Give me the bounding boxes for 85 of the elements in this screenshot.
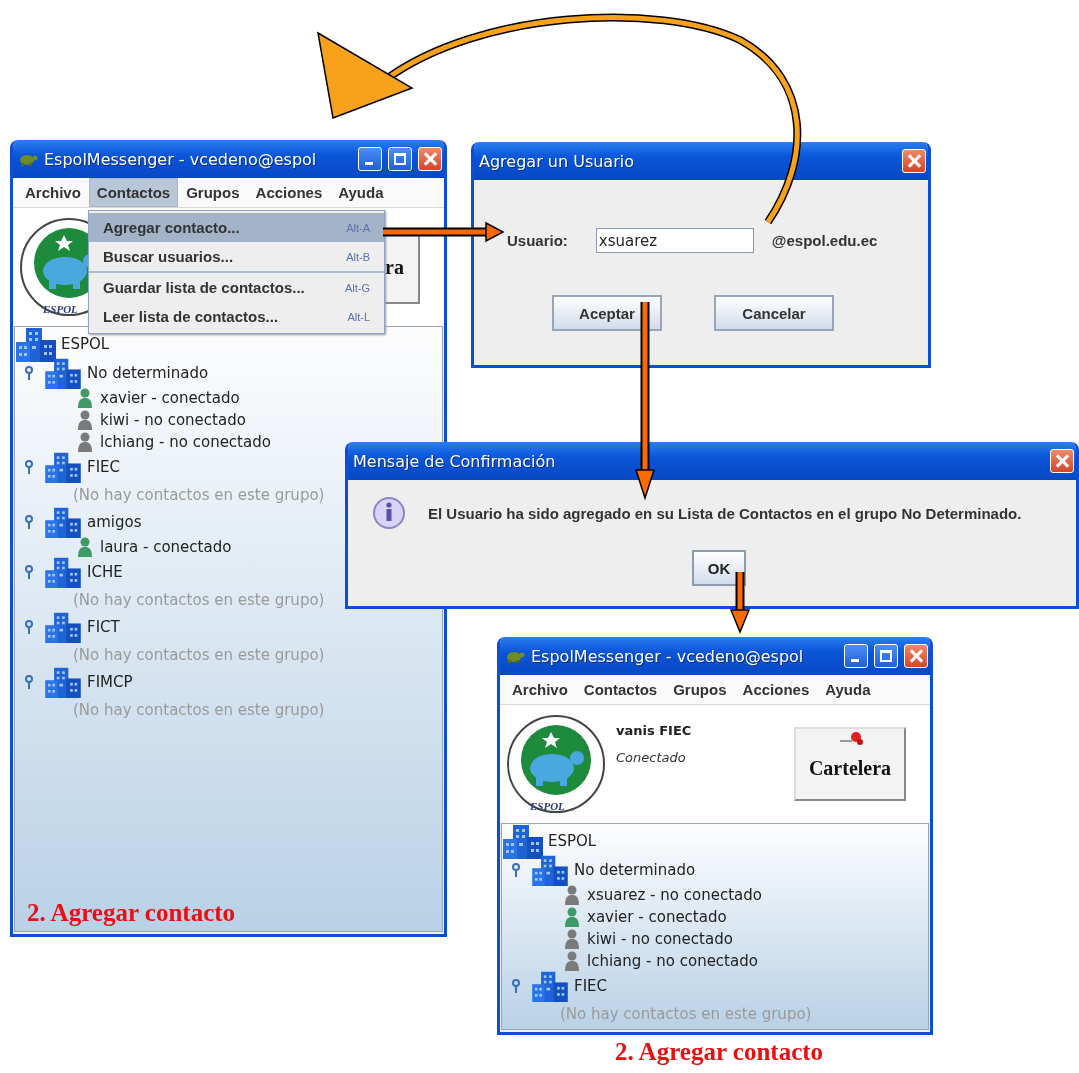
menu-option[interactable]: Agregar contacto... Alt-A <box>89 213 384 242</box>
building-icon <box>532 970 568 1002</box>
empty-group-note: (No hay contactos en este grupo) <box>73 590 325 609</box>
contact-item[interactable]: lchiang - no conectado <box>100 433 271 451</box>
ok-button[interactable]: OK <box>692 550 746 586</box>
close-button[interactable] <box>418 147 442 171</box>
username-field[interactable]: xsuarez <box>595 228 754 253</box>
contact-item[interactable]: xavier - conectado <box>587 908 727 926</box>
menu-option[interactable]: Guardar lista de contactos... Alt-G <box>89 271 384 302</box>
board-button[interactable]: Cartelera <box>794 727 906 801</box>
menu-item[interactable]: Contactos <box>88 178 179 207</box>
pin-icon[interactable] <box>25 515 33 529</box>
window-title: EspolMessenger - vcedeno@espol <box>531 646 805 666</box>
menu-item[interactable]: Archivo <box>504 675 576 704</box>
tree-item[interactable]: FIEC <box>574 977 607 995</box>
building-icon <box>45 357 81 389</box>
contact-item[interactable]: lchiang - no conectado <box>587 952 758 970</box>
menu-item[interactable]: Acciones <box>734 675 818 704</box>
building-icon <box>45 506 81 538</box>
minimize-button[interactable] <box>844 644 868 668</box>
building-icon <box>16 327 56 362</box>
contact-item[interactable]: xsuarez - no conectado <box>587 886 762 904</box>
user-status: Conectado <box>616 750 687 765</box>
logo-text: ESPOL <box>530 800 565 812</box>
tree-item[interactable]: No determinado <box>87 364 209 382</box>
menu-item[interactable]: Ayuda <box>817 675 879 704</box>
pin-icon[interactable] <box>25 565 33 579</box>
menu-item[interactable]: Archivo <box>17 178 89 207</box>
menu-item[interactable]: Grupos <box>665 675 735 704</box>
close-button[interactable] <box>1050 449 1074 473</box>
building-icon <box>45 666 81 698</box>
logo-icon <box>504 712 608 816</box>
tree-item[interactable]: amigos <box>87 513 142 531</box>
dialog-button[interactable]: Aceptar <box>552 295 662 331</box>
menu-option[interactable]: Leer lista de contactos... Alt-L <box>89 302 384 331</box>
building-icon <box>503 824 543 859</box>
menu-item[interactable]: Acciones <box>247 178 331 207</box>
menu-item[interactable]: Contactos <box>575 675 666 704</box>
tree-item[interactable]: FIEC <box>87 458 120 476</box>
contact-item[interactable]: kiwi - no conectado <box>587 930 733 948</box>
dialog-title: Agregar un Usuario <box>479 151 635 171</box>
close-button[interactable] <box>902 149 926 173</box>
pushpin-icon <box>840 731 864 747</box>
dialog-title: Mensaje de Confirmación <box>353 451 557 471</box>
pin-icon[interactable] <box>25 620 33 634</box>
maximize-button[interactable] <box>388 147 412 171</box>
window-title: EspolMessenger - vcedeno@espol <box>44 149 318 169</box>
pin-icon[interactable] <box>25 460 33 474</box>
dialog-button[interactable]: Cancelar <box>714 295 834 331</box>
menu-item[interactable]: Grupos <box>178 178 248 207</box>
pin-icon[interactable] <box>25 366 33 380</box>
building-icon <box>532 854 568 886</box>
empty-group-note: (No hay contactos en este grupo) <box>560 1004 812 1023</box>
tree-item[interactable]: FICT <box>87 618 120 636</box>
tree-item[interactable]: ICHE <box>87 563 123 581</box>
contact-item[interactable]: laura - conectado <box>100 538 232 556</box>
field-label: Usuario: <box>507 232 568 249</box>
pin-icon[interactable] <box>512 863 520 877</box>
tree-item[interactable]: FIMCP <box>87 673 133 691</box>
tree-item[interactable]: ESPOL <box>61 335 110 353</box>
contact-item[interactable]: xavier - conectado <box>100 389 240 407</box>
logo-text: ESPOL <box>43 303 78 315</box>
caption: 2. Agregar contacto <box>615 1038 824 1065</box>
building-icon <box>45 451 81 483</box>
caption: 2. Agregar contacto <box>26 899 237 928</box>
empty-group-note: (No hay contactos en este grupo) <box>73 700 325 719</box>
contact-item[interactable]: kiwi - no conectado <box>100 411 246 429</box>
domain-suffix: @espol.edu.ec <box>771 232 878 249</box>
minimize-button[interactable] <box>358 147 382 171</box>
maximize-button[interactable] <box>874 644 898 668</box>
info-icon <box>372 496 406 530</box>
building-icon <box>45 556 81 588</box>
menu-option[interactable]: Buscar usuarios... Alt-B <box>89 242 384 271</box>
empty-group-note: (No hay contactos en este grupo) <box>73 645 325 664</box>
confirmation-message: El Usuario ha sido agregado en su Lista de Contactos en el grupo No Determinado. <box>428 504 1022 522</box>
close-button[interactable] <box>904 644 928 668</box>
user-name: vanis FIEC <box>616 723 693 738</box>
pin-icon[interactable] <box>25 675 33 689</box>
pin-icon[interactable] <box>512 979 520 993</box>
tree-item[interactable]: No determinado <box>574 861 696 879</box>
flow-arrow <box>729 572 751 634</box>
building-icon <box>45 611 81 643</box>
menu-item[interactable]: Ayuda <box>330 178 392 207</box>
tree-item[interactable]: ESPOL <box>548 832 597 850</box>
empty-group-note: (No hay contactos en este grupo) <box>73 485 325 504</box>
